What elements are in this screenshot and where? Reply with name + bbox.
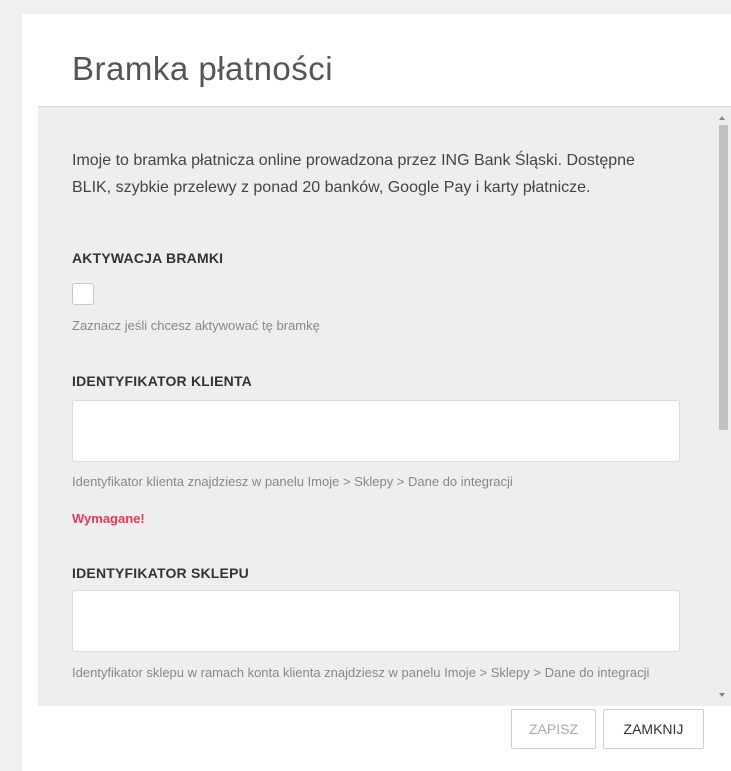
shop-id-input[interactable] (72, 590, 680, 652)
scroll-down-arrow-icon[interactable] (719, 693, 725, 697)
shop-id-help: Identyfikator sklepu w ramach konta klie… (72, 665, 650, 680)
dialog-title: Bramka płatności (72, 50, 334, 87)
client-id-required-error: Wymagane! (72, 511, 145, 526)
client-id-label: IDENTYFIKATOR KLIENTA (72, 373, 252, 389)
save-button[interactable]: ZAPISZ (511, 709, 596, 749)
activation-help: Zaznacz jeśli chcesz aktywować tę bramkę (72, 318, 320, 333)
shop-id-label: IDENTYFIKATOR SKLEPU (72, 565, 249, 581)
scrollbar-thumb[interactable] (719, 125, 728, 430)
payment-gateway-dialog: Bramka płatności Imoje to bramka płatnic… (22, 14, 731, 771)
vertical-scrollbar[interactable] (715, 107, 731, 706)
client-id-help: Identyfikator klienta znajdziesz w panel… (72, 474, 513, 489)
close-button[interactable]: ZAMKNIJ (603, 709, 704, 749)
activation-label: AKTYWACJA BRAMKI (72, 250, 224, 266)
dialog-body[interactable]: Imoje to bramka płatnicza online prowadz… (38, 106, 731, 706)
gateway-description: Imoje to bramka płatnicza online prowadz… (72, 152, 635, 196)
scroll-up-arrow-icon[interactable] (719, 116, 725, 120)
client-id-input[interactable] (72, 400, 680, 462)
activation-checkbox[interactable] (72, 283, 94, 305)
